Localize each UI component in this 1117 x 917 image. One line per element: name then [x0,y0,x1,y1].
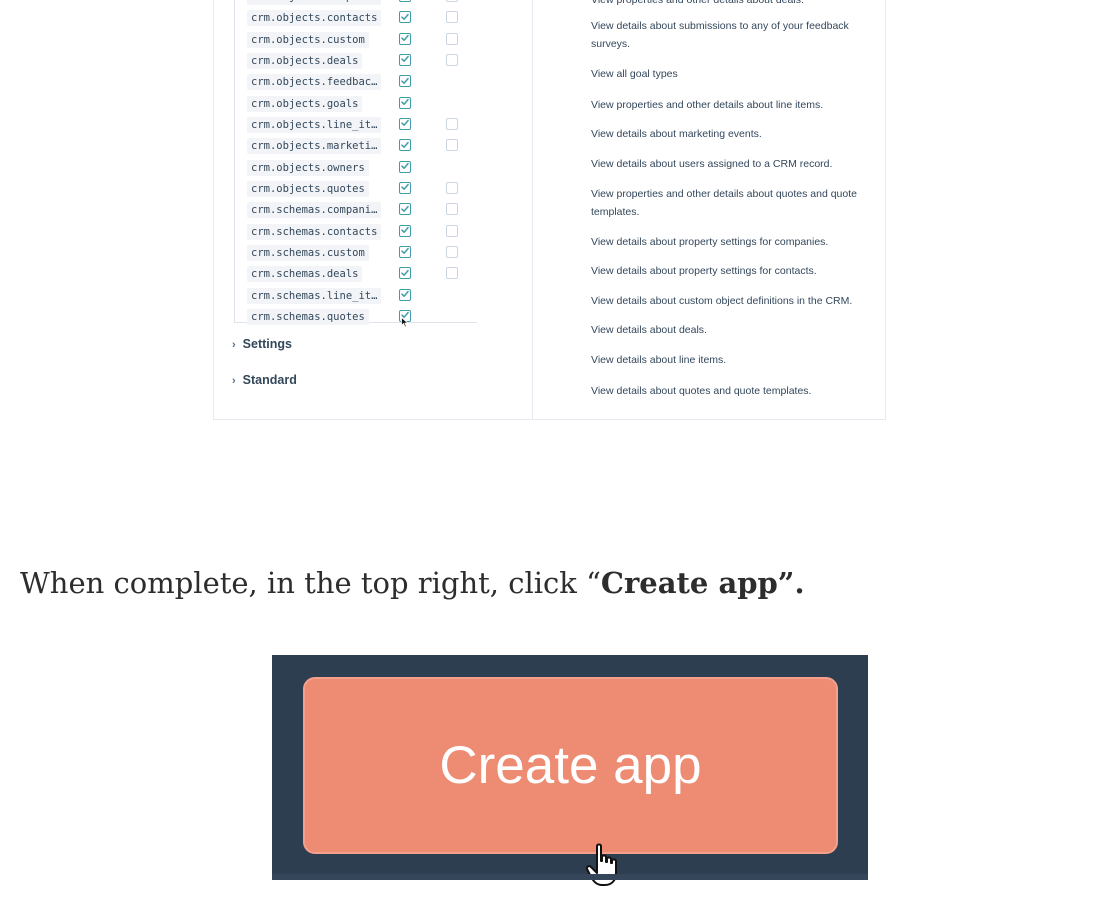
description-text: View details about custom object definit… [591,295,853,307]
optional-checkbox[interactable] [446,267,458,280]
hand-pointer-icon [585,843,617,886]
required-checkbox[interactable] [399,117,411,130]
required-checkbox[interactable] [399,11,411,24]
scope-name: crm.objects.feedbac… [247,74,382,91]
optional-checkbox[interactable] [446,224,458,237]
scope-name: crm.objects.quotes [247,180,369,197]
description-text: View details about users assigned to a C… [591,158,833,170]
description-text: View properties and other details about … [591,99,824,111]
required-checkbox[interactable] [399,0,411,2]
optional-checkbox[interactable] [446,117,458,130]
description-text: View details about property settings for… [591,236,829,248]
optional-checkbox[interactable] [446,245,458,258]
scope-name: crm.objects.compani… [247,0,382,5]
scope-descriptions: View properties and other details about … [532,0,885,419]
scope-name: crm.objects.custom [247,31,369,48]
optional-checkbox[interactable] [446,181,458,194]
tree-line [234,0,235,322]
description-text: View details about marketing events. [591,128,762,140]
group-label: Standard [242,373,297,387]
required-checkbox[interactable] [399,96,411,109]
required-checkbox[interactable] [399,32,411,45]
instruction-bold: Create app”. [600,566,805,600]
description-text: View all goal types [591,68,678,80]
group-standard[interactable]: › Standard [232,373,297,387]
description-text: View details about quotes and quote temp… [591,385,812,397]
scope-name: crm.schemas.line_it… [247,287,382,304]
scope-name: crm.objects.contacts [247,10,382,27]
chevron-right-icon: › [232,339,236,351]
scopes-list: crm.objects.compani… crm.objects.contacts… [214,0,532,419]
scope-name: crm.schemas.compani… [247,202,382,219]
scope-name: crm.schemas.custom [247,244,369,261]
required-checkbox[interactable] [399,245,411,258]
description-text: View details about deals. [591,324,707,336]
required-checkbox[interactable] [399,267,411,280]
scope-name: crm.objects.marketi… [247,138,382,155]
required-checkbox[interactable] [399,53,411,66]
description-text: View details about submissions to any of… [591,20,849,50]
scope-name: crm.schemas.quotes [247,308,369,325]
description-text: View details about line items. [591,354,727,366]
optional-checkbox[interactable] [446,139,458,152]
required-checkbox[interactable] [399,75,411,88]
chevron-right-icon: › [232,375,236,387]
scopes-panel: crm.objects.compani… crm.objects.contacts… [213,0,886,420]
instruction-text: When complete, in the top right, click “… [20,566,805,600]
optional-checkbox[interactable] [446,32,458,45]
required-checkbox[interactable] [399,181,411,194]
required-checkbox[interactable] [399,288,411,301]
create-app-button[interactable]: Create app [303,677,838,854]
group-settings[interactable]: › Settings [232,337,292,351]
screenshot-bottom-bar [272,874,868,880]
optional-checkbox[interactable] [446,203,458,216]
required-checkbox[interactable] [399,224,411,237]
scope-name: crm.objects.deals [247,52,363,69]
scope-name: crm.schemas.deals [247,266,363,283]
create-app-screenshot: Create app [272,655,868,886]
optional-checkbox[interactable] [446,0,458,2]
description-text: View properties and other details about … [591,0,804,6]
instruction-prefix: When complete, in the top right, click “ [20,566,601,600]
description-text: View properties and other details about … [591,188,857,218]
optional-checkbox[interactable] [446,53,458,66]
group-label: Settings [242,337,292,351]
scope-name: crm.objects.goals [247,95,363,112]
required-checkbox[interactable] [399,139,411,152]
scope-name: crm.schemas.contacts [247,223,382,240]
required-checkbox[interactable] [399,160,411,173]
scope-name: crm.objects.line_it… [247,116,382,133]
mouse-pointer-icon [401,317,409,328]
scope-name: crm.objects.owners [247,159,369,176]
description-text: View details about property settings for… [591,265,817,277]
required-checkbox[interactable] [399,203,411,216]
optional-checkbox[interactable] [446,11,458,24]
